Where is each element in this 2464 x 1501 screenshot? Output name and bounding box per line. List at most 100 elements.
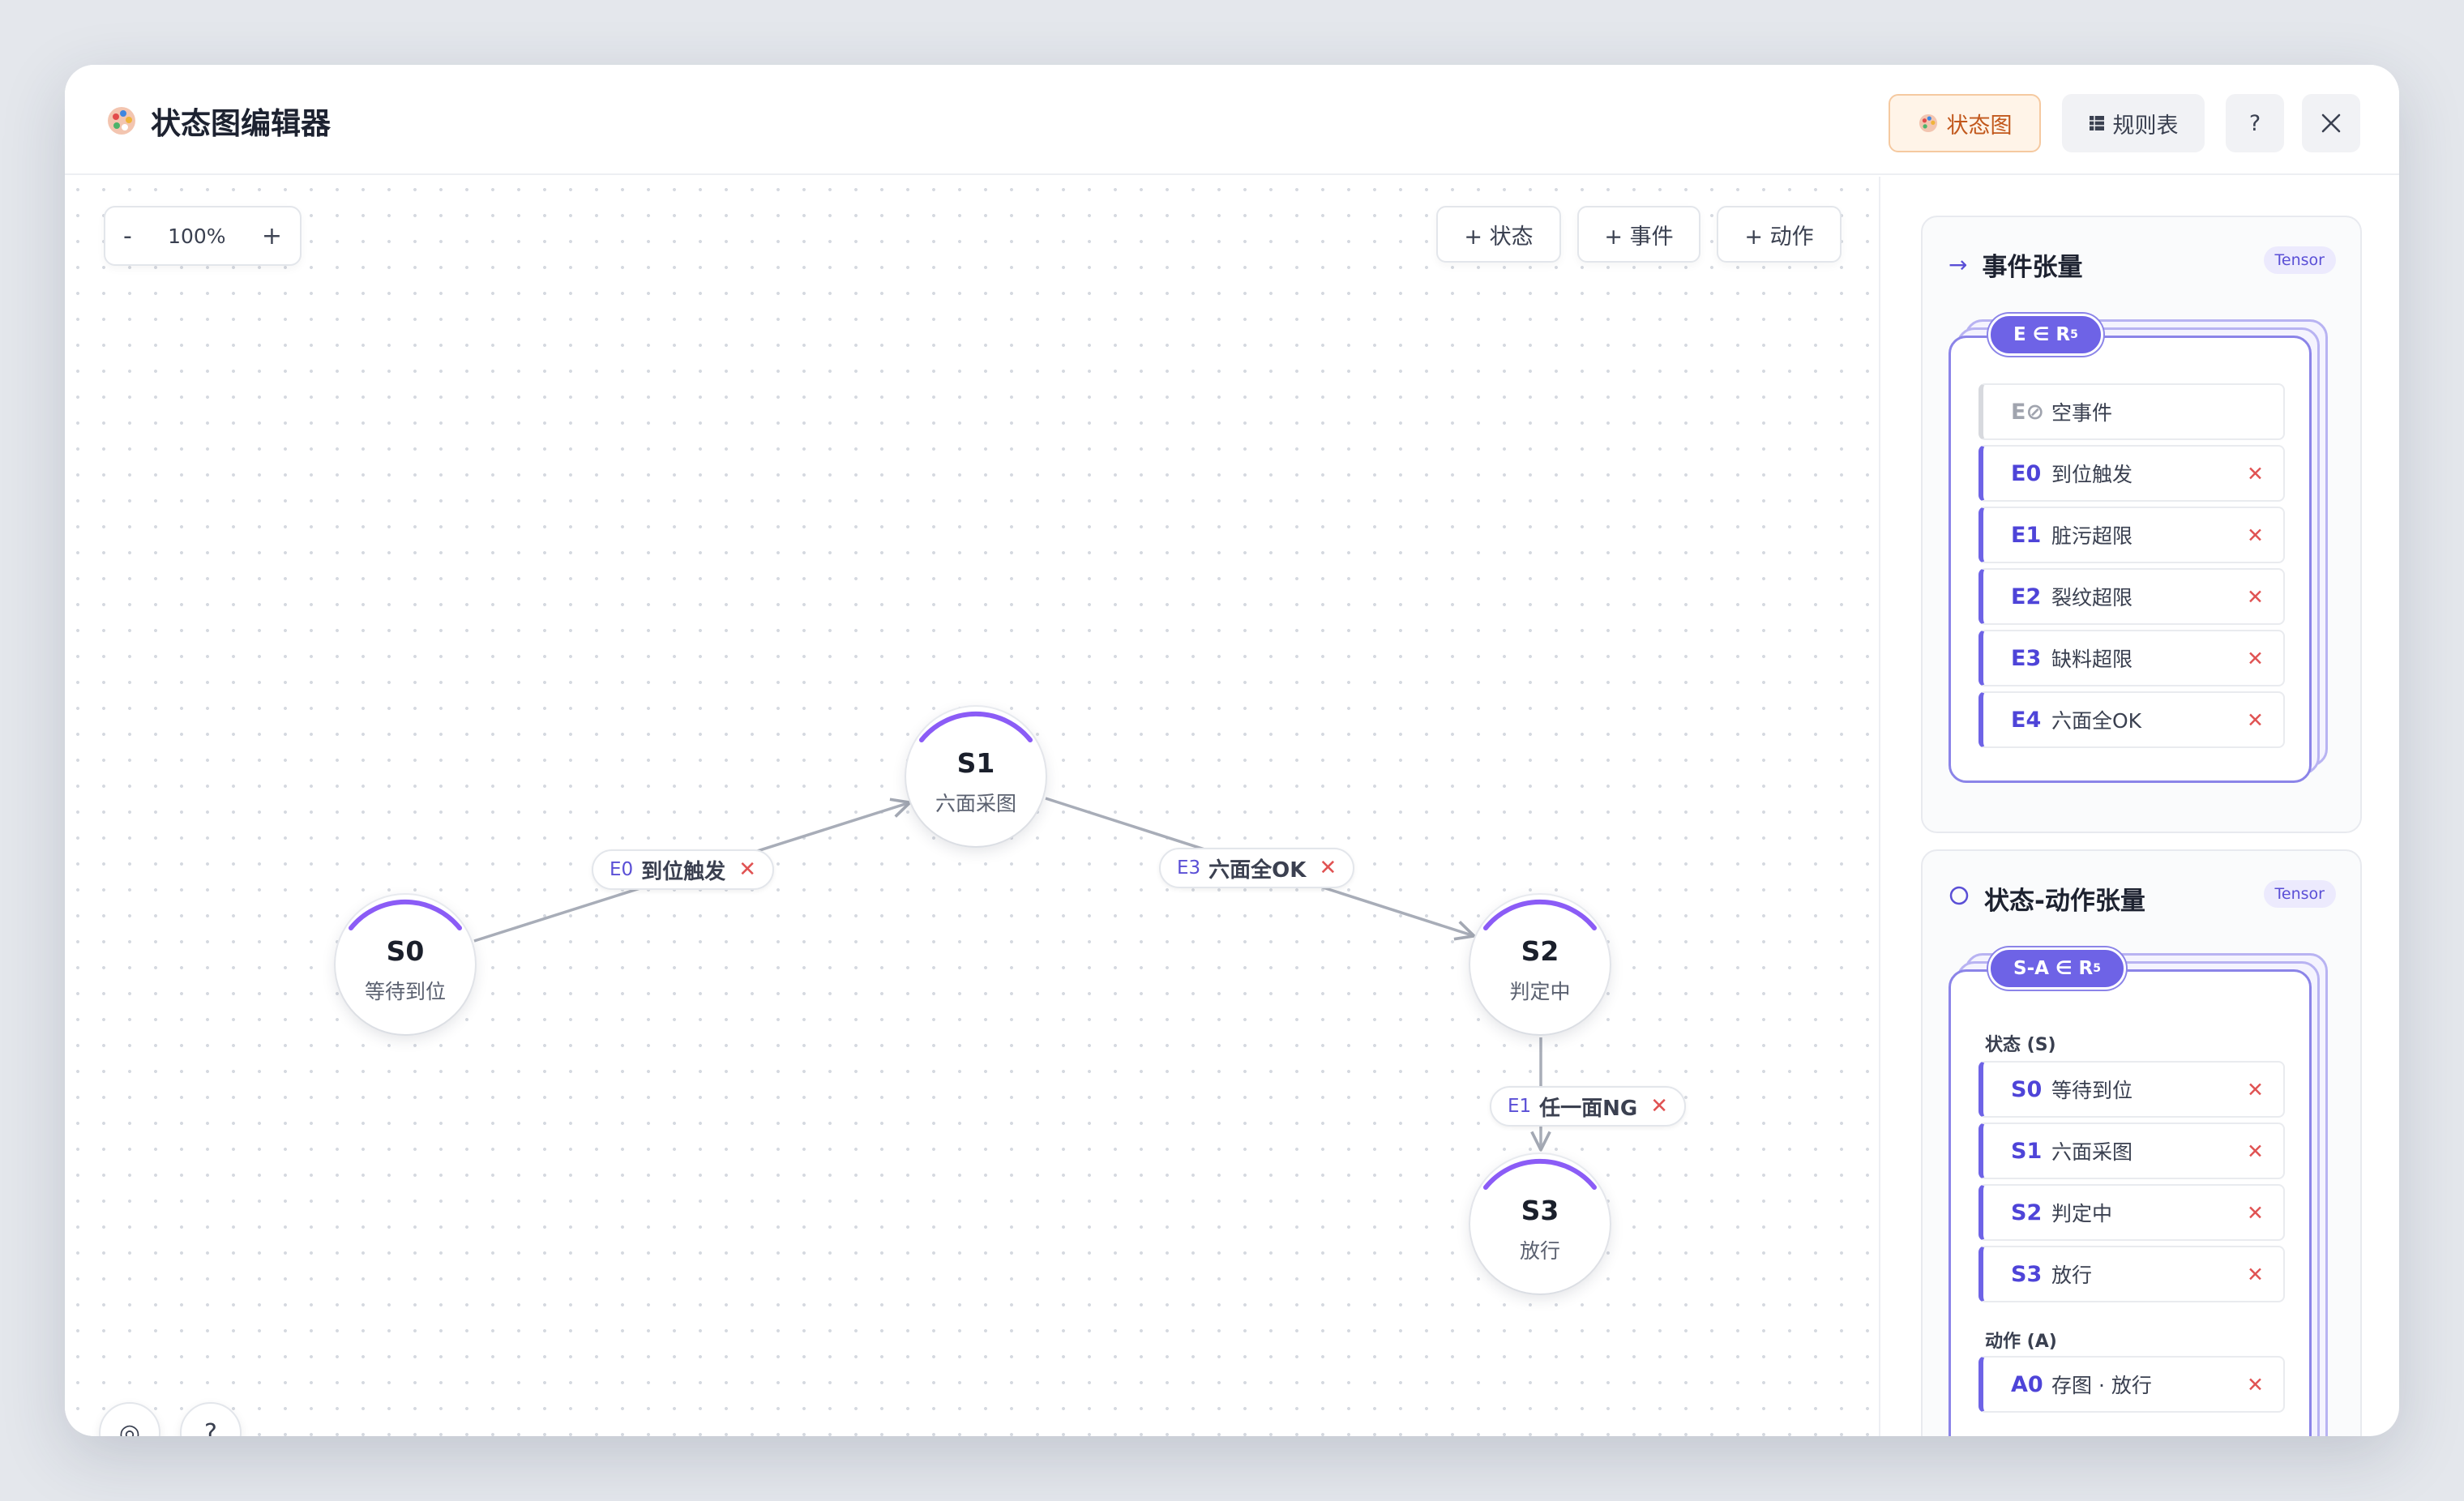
event-item-e1[interactable]: E1 脏污超限 ✕ [1978,507,2285,563]
action-id: A0 [2011,1371,2043,1397]
event-label: 裂纹超限 [2051,586,2133,609]
state-item-s3[interactable]: S3 放行 ✕ [1978,1246,2285,1302]
zoom-control: - 100% + [104,206,302,266]
pill-text: E ∈ R [2013,324,2071,345]
add-event-button[interactable]: + 事件 [1577,206,1700,263]
sa-panel-title-text: 状态-动作张量 [1984,887,2145,916]
state-label: 放行 [1519,1239,1560,1263]
tab-state-diagram-label: 状态图 [1946,113,2013,139]
state-label: 六面采图 [935,792,1016,815]
event-panel-title: → 事件张量 [1949,246,2082,283]
event-id: E3 [2011,645,2042,671]
event-item-empty[interactable]: E⊘ 空事件 [1978,383,2285,440]
state-node-s2[interactable]: S2 判定中 [1470,895,1610,1034]
state-id: S0 [2011,1076,2043,1102]
event-label: 到位触发 [2051,463,2133,486]
event-item-e3[interactable]: E3 缺料超限 ✕ [1978,630,2285,686]
remove-icon[interactable]: ✕ [2247,524,2264,547]
zoom-in-button[interactable]: + [262,222,282,250]
action-label: 存图 · 放行 [2051,1374,2152,1397]
help-label: ? [2248,110,2261,136]
arrow-right-icon: → [1949,251,1968,278]
tab-rule-table-label: 规则表 [2112,113,2179,139]
state-label: 等待到位 [2051,1079,2133,1102]
event-label: 脏污超限 [2051,524,2133,548]
remove-edge-icon[interactable]: ✕ [1650,1094,1668,1118]
edge-label-e0[interactable]: E0 到位触发 ✕ [592,849,774,890]
event-tensor-panel: → 事件张量 Tensor E ∈ R5 E⊘ 空事件 E0 到位触发 ✕ E1… [1921,216,2362,833]
remove-icon[interactable]: ✕ [2247,708,2264,732]
state-node-s3[interactable]: S3 放行 [1470,1154,1610,1294]
event-item-e0[interactable]: E0 到位触发 ✕ [1978,445,2285,502]
remove-edge-icon[interactable]: ✕ [738,857,756,882]
state-id: S3 [1521,1195,1559,1226]
state-id: S1 [2011,1138,2043,1164]
remove-icon[interactable]: ✕ [2247,585,2264,609]
event-id: E⊘ [2011,399,2045,425]
states-group-label: 状态 (S) [1985,1035,2056,1055]
event-panel-title-text: 事件张量 [1982,253,2083,282]
zoom-out-button[interactable]: - [123,222,132,250]
edge-label-e1[interactable]: E1 任一面NG ✕ [1490,1086,1687,1127]
remove-icon[interactable]: ✕ [2247,647,2264,670]
close-button[interactable] [2302,94,2360,152]
state-label: 六面采图 [2051,1140,2133,1164]
event-label: 六面全OK [2051,709,2142,733]
add-state-button[interactable]: + 状态 [1436,206,1561,263]
add-action-button[interactable]: + 动作 [1717,206,1842,263]
sa-panel-title: 状态-动作张量 [1949,880,2145,917]
event-item-e4[interactable]: E4 六面全OK ✕ [1978,691,2285,748]
state-item-s0[interactable]: S0 等待到位 ✕ [1978,1061,2285,1118]
event-item-e2[interactable]: E2 裂纹超限 ✕ [1978,568,2285,625]
actions-group-label: 动作 (A) [1985,1332,2057,1352]
remove-icon[interactable]: ✕ [2247,1140,2264,1163]
state-node-s1[interactable]: S1 六面采图 [906,707,1046,846]
remove-icon[interactable]: ✕ [2247,1373,2264,1396]
zoom-level: 100% [168,224,226,248]
state-id: S0 [386,935,425,967]
diagram-canvas[interactable]: - 100% + + 状态 + 事件 + 动作 S0 等待到位 S1 六面采图 … [65,177,1880,1436]
edge-event-id: E0 [610,859,634,880]
state-label: 判定中 [1509,980,1571,1003]
state-id: S2 [1521,935,1559,967]
event-id: E4 [2011,707,2042,733]
sa-tensor-pill: S-A ∈ R5 [1988,947,2127,990]
app-title: 状态图编辑器 [151,106,331,141]
event-label: 缺料超限 [2051,648,2133,671]
event-id: E1 [2011,522,2042,548]
state-id: S1 [956,747,995,779]
editor-window: 状态图编辑器 状态图 规则表 ? - 100% + + 状态 + 事件 + 动作… [65,65,2399,1436]
title-area: 状态图编辑器 [105,100,331,141]
state-node-s0[interactable]: S0 等待到位 [336,895,475,1034]
event-id: E2 [2011,584,2042,609]
pill-sup: 5 [2093,962,2102,975]
state-item-s1[interactable]: S1 六面采图 ✕ [1978,1123,2285,1179]
tensor-badge: Tensor [2263,246,2336,274]
edge-event-id: E1 [1508,1096,1532,1117]
remove-icon[interactable]: ✕ [2247,1201,2264,1225]
palette-icon [108,107,135,135]
edge-event-id: E3 [1177,857,1201,879]
table-icon [2089,115,2105,131]
edge-label-e3[interactable]: E3 六面全OK ✕ [1159,848,1355,888]
remove-edge-icon[interactable]: ✕ [1319,856,1337,880]
header-bar: 状态图编辑器 状态图 规则表 ? [65,65,2399,175]
event-id: E0 [2011,460,2042,486]
remove-icon[interactable]: ✕ [2247,1263,2264,1286]
remove-icon[interactable]: ✕ [2247,462,2264,485]
state-item-s2[interactable]: S2 判定中 ✕ [1978,1184,2285,1241]
state-label: 判定中 [2051,1202,2113,1225]
tab-state-diagram[interactable]: 状态图 [1889,94,2041,152]
event-tensor-stack: E ∈ R5 E⊘ 空事件 E0 到位触发 ✕ E1 脏污超限 ✕ E2 裂纹超… [1949,314,2312,783]
state-id: S2 [2011,1200,2043,1225]
circle-icon [1949,885,1970,912]
tab-rule-table[interactable]: 规则表 [2062,94,2205,152]
pill-text: S-A ∈ R [2013,958,2094,979]
pill-sup: 5 [2070,328,2078,341]
state-action-tensor-stack: S-A ∈ R5 状态 (S) S0 等待到位 ✕ S1 六面采图 ✕ S2 判… [1949,947,2312,1436]
remove-icon[interactable]: ✕ [2247,1078,2264,1101]
help-button[interactable]: ? [2226,94,2284,152]
action-item-a0[interactable]: A0 存图 · 放行 ✕ [1978,1356,2285,1413]
tensor-badge: Tensor [2263,880,2336,908]
edge-event-label: 六面全OK [1208,857,1307,883]
